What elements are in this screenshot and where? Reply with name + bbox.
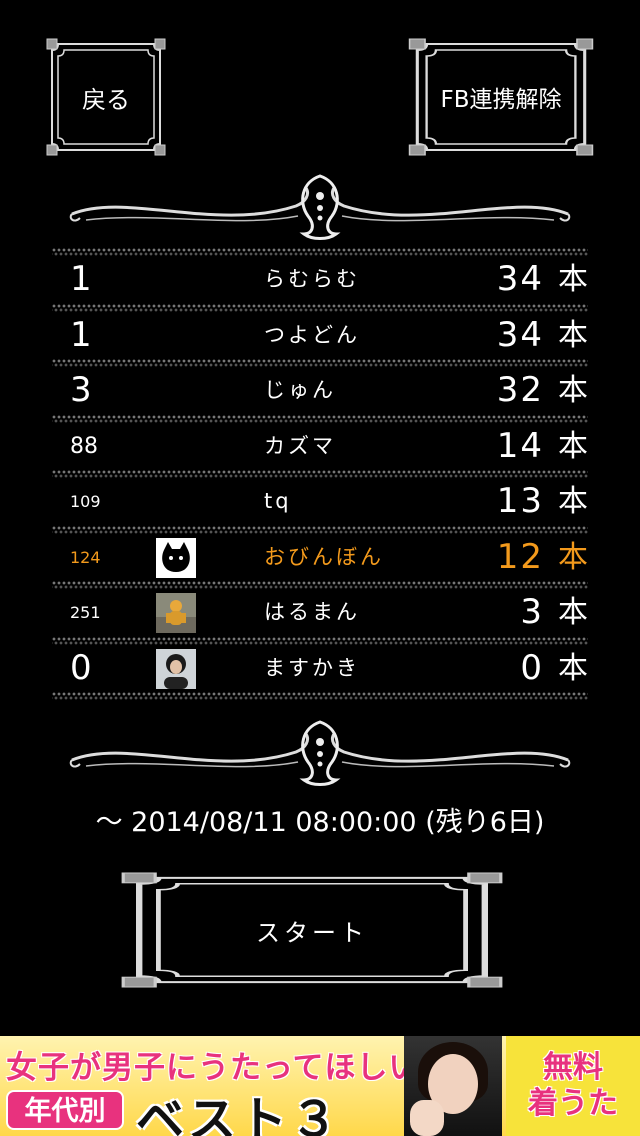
score-unit: 本 — [558, 373, 588, 408]
row-divider — [52, 525, 588, 534]
avatar — [156, 593, 196, 633]
rank-number: 3 — [70, 370, 92, 410]
avatar — [156, 648, 196, 689]
row-divider — [52, 414, 588, 423]
score-count: 32 — [496, 370, 544, 410]
ornament-bottom — [66, 718, 574, 790]
score-unit: 本 — [558, 595, 588, 630]
score-count: 12 — [496, 536, 544, 577]
back-button-label: 戻る — [82, 85, 130, 114]
player-name: じゅん — [264, 378, 336, 402]
rank-number: 109 — [70, 492, 101, 511]
ad-chaku-label: 着うた — [528, 1086, 618, 1121]
score-unit: 本 — [558, 650, 588, 686]
score-unit: 本 — [558, 262, 588, 297]
player-name: おびんぼん — [264, 544, 384, 569]
player-name: つよどん — [264, 322, 360, 347]
ad-badge: 年代別 — [6, 1090, 124, 1130]
score-unit: 本 — [558, 539, 588, 575]
score-unit: 本 — [558, 317, 588, 353]
rank-number: 88 — [70, 433, 98, 459]
ad-title: ベスト３ — [136, 1092, 341, 1136]
back-button[interactable]: 戻る — [46, 38, 166, 156]
score-count: 13 — [496, 481, 544, 521]
score-count: 0 — [520, 647, 544, 688]
fb-unlink-button-label: FB連携解除 — [440, 87, 562, 113]
score-count: 34 — [496, 259, 544, 299]
rank-number: 1 — [70, 314, 92, 355]
row-divider — [52, 248, 588, 256]
rank-number: 251 — [70, 603, 101, 622]
ranking-row: 251 はるまん 3 本 — [52, 589, 588, 637]
ranking-row: 0 ますかき 0 本 — [52, 645, 588, 693]
ranking-row: 1 つよどん 34 本 — [52, 312, 588, 360]
player-name: らむらむ — [264, 267, 360, 291]
rank-number: 124 — [70, 547, 101, 567]
score-count: 34 — [496, 314, 544, 355]
player-name: はるまん — [264, 600, 360, 624]
ranking-row: 1 らむらむ 34 本 — [52, 256, 588, 304]
period-text: ～ 2014/08/11 08:00:00 (残り6日) — [95, 807, 545, 838]
player-name: ますかき — [264, 655, 360, 680]
row-divider — [52, 359, 588, 367]
rank-number: 0 — [70, 647, 92, 688]
player-name: カズマ — [264, 433, 336, 458]
row-divider — [52, 303, 588, 312]
score-unit: 本 — [558, 484, 588, 519]
ranking-row: 3 じゅん 32 本 — [52, 367, 588, 415]
player-name: tq — [264, 489, 292, 513]
score-unit: 本 — [558, 428, 588, 464]
ranking-row: 109 tq 13 本 — [52, 478, 588, 526]
ad-free-badge: 無料 着うた — [506, 1036, 640, 1136]
row-divider — [52, 692, 588, 700]
score-count: 14 — [496, 425, 544, 466]
score-count: 3 — [520, 592, 544, 632]
ornament-top — [66, 172, 574, 244]
ad-free-label: 無料 — [543, 1050, 603, 1085]
rank-number: 1 — [70, 259, 92, 299]
ranking-row-self: 124 おびんぼん 12 本 — [52, 534, 588, 582]
row-divider — [52, 636, 588, 645]
start-button[interactable]: スタート — [120, 872, 504, 988]
ad-photo — [404, 1036, 502, 1136]
ad-banner[interactable]: 女子が男子にうたってほしい曲 年代別 ベスト３ 無料 着うた — [0, 1036, 640, 1136]
fb-unlink-button[interactable]: FB連携解除 — [408, 38, 594, 156]
start-button-label: スタート — [256, 918, 368, 947]
row-divider — [52, 581, 588, 589]
avatar — [156, 537, 196, 578]
row-divider — [52, 470, 588, 478]
ranking-table: 1 らむらむ 34 本 1 つよどん 34 本 3 じゅん 32 本 88 カズマ 14 本 109 tq 13 本 1… — [52, 248, 588, 700]
ranking-row: 88 カズマ 14 本 — [52, 423, 588, 471]
